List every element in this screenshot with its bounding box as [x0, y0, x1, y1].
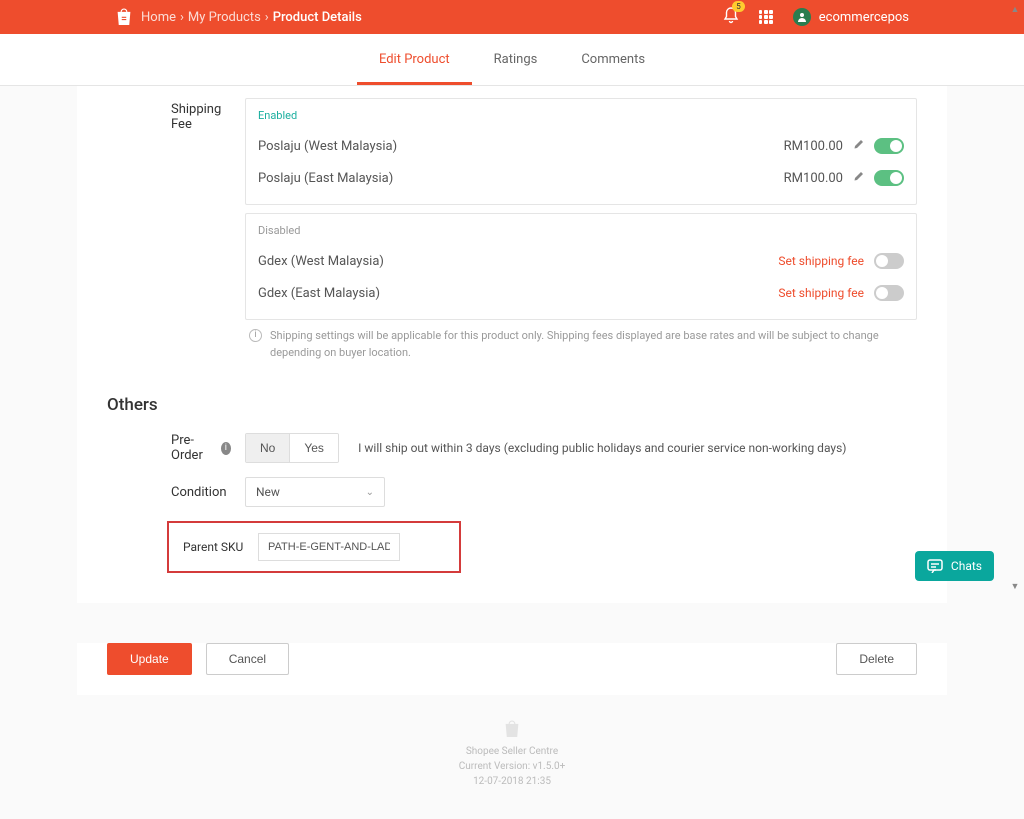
shipping-provider-name: Gdex (West Malaysia) — [258, 254, 384, 269]
scroll-up-arrow-icon[interactable]: ▲ — [1008, 2, 1022, 16]
shipping-toggle[interactable] — [874, 253, 904, 269]
parent-sku-input[interactable] — [258, 533, 400, 561]
shipping-row: Gdex (East Malaysia) Set shipping fee — [258, 277, 904, 309]
shipping-provider-name: Poslaju (East Malaysia) — [258, 171, 393, 186]
breadcrumb-my-products[interactable]: My Products — [188, 10, 261, 25]
breadcrumb-current: Product Details — [273, 10, 362, 25]
chat-widget-button[interactable]: Chats — [915, 551, 994, 581]
shipping-toggle[interactable] — [874, 285, 904, 301]
chevron-right-icon: › — [180, 10, 184, 25]
update-button[interactable]: Update — [107, 643, 192, 675]
tab-edit-product[interactable]: Edit Product — [357, 34, 472, 85]
product-tabs: Edit Product Ratings Comments — [0, 34, 1024, 86]
footer-line: Current Version: v1.5.0+ — [0, 759, 1024, 774]
preorder-option-yes[interactable]: Yes — [289, 434, 338, 462]
preorder-option-no[interactable]: No — [246, 434, 289, 462]
breadcrumb-home[interactable]: Home — [141, 10, 176, 25]
username: ecommercepos — [819, 10, 909, 25]
parent-sku-highlight: Parent SKU — [167, 521, 461, 573]
pencil-icon[interactable] — [853, 139, 864, 154]
condition-select[interactable]: New ⌄ — [245, 477, 385, 507]
shipping-disabled-box: Disabled Gdex (West Malaysia) Set shippi… — [245, 213, 917, 320]
shipping-provider-name: Poslaju (West Malaysia) — [258, 139, 397, 154]
apps-grid-icon[interactable] — [759, 10, 773, 24]
footer-line: Shopee Seller Centre — [0, 744, 1024, 759]
set-shipping-fee-link[interactable]: Set shipping fee — [778, 254, 864, 268]
user-menu[interactable]: ecommercepos — [793, 8, 909, 26]
scroll-track[interactable] — [1008, 16, 1022, 579]
breadcrumb: Home › My Products › Product Details — [141, 10, 362, 25]
parent-sku-label: Parent SKU — [183, 540, 258, 554]
shipping-price: RM100.00 — [784, 171, 843, 186]
chat-icon — [927, 559, 943, 573]
chevron-right-icon: › — [265, 10, 269, 25]
enabled-heading: Enabled — [258, 109, 904, 122]
shipping-toggle[interactable] — [874, 138, 904, 154]
shipping-note: i Shipping settings will be applicable f… — [245, 328, 917, 361]
others-section-title: Others — [107, 395, 917, 415]
tab-ratings[interactable]: Ratings — [472, 34, 560, 85]
shipping-fee-label: Shipping Fee — [107, 98, 245, 361]
avatar — [793, 8, 811, 26]
info-icon[interactable]: i — [221, 442, 231, 455]
vertical-scrollbar[interactable]: ▲ ▼ — [1008, 2, 1022, 593]
scroll-down-arrow-icon[interactable]: ▼ — [1008, 579, 1022, 593]
shipping-enabled-box: Enabled Poslaju (West Malaysia) RM100.00… — [245, 98, 917, 205]
shopee-logo-icon[interactable] — [115, 7, 133, 27]
preorder-segmented: No Yes — [245, 433, 339, 463]
shipping-row: Gdex (West Malaysia) Set shipping fee — [258, 245, 904, 277]
disabled-heading: Disabled — [258, 224, 904, 237]
shipping-row: Poslaju (East Malaysia) RM100.00 — [258, 162, 904, 194]
action-bar: Update Cancel Delete — [77, 643, 947, 695]
preorder-note: I will ship out within 3 days (excluding… — [358, 441, 846, 455]
tab-comments[interactable]: Comments — [559, 34, 667, 85]
shipping-row: Poslaju (West Malaysia) RM100.00 — [258, 130, 904, 162]
chevron-down-icon: ⌄ — [366, 487, 374, 498]
notifications-button[interactable]: 5 — [723, 6, 739, 28]
shopee-logo-icon — [503, 719, 521, 739]
footer-line: 12-07-2018 21:35 — [0, 774, 1024, 789]
cancel-button[interactable]: Cancel — [206, 643, 289, 675]
set-shipping-fee-link[interactable]: Set shipping fee — [778, 286, 864, 300]
info-icon: i — [249, 329, 262, 342]
shipping-toggle[interactable] — [874, 170, 904, 186]
condition-label: Condition — [107, 485, 245, 500]
shipping-price: RM100.00 — [784, 139, 843, 154]
shipping-provider-name: Gdex (East Malaysia) — [258, 286, 380, 301]
notification-count-badge: 5 — [732, 1, 745, 12]
app-header: Home › My Products › Product Details 5 e… — [0, 0, 1024, 34]
preorder-label: Pre-Order i — [107, 433, 245, 463]
pencil-icon[interactable] — [853, 171, 864, 186]
delete-button[interactable]: Delete — [836, 643, 917, 675]
page-footer: Shopee Seller Centre Current Version: v1… — [0, 695, 1024, 819]
main-content: Shipping Fee Enabled Poslaju (West Malay… — [77, 86, 947, 603]
